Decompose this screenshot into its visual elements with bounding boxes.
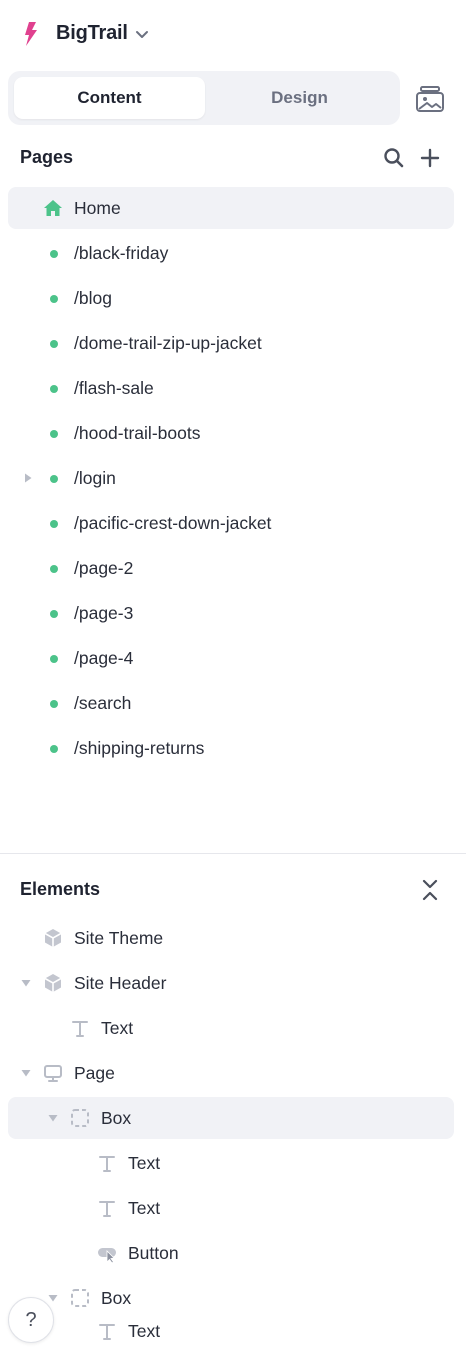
published-status-dot	[50, 430, 58, 438]
cube-icon	[44, 929, 62, 947]
page-label: /page-3	[74, 603, 134, 623]
element-label: Text	[128, 1153, 161, 1173]
page-label: /blog	[74, 288, 112, 308]
element-label: Button	[128, 1243, 179, 1263]
published-status-dot	[50, 475, 58, 483]
page-label: /login	[74, 468, 116, 488]
page-label: /shipping-returns	[74, 738, 205, 758]
element-row-box[interactable]: Box	[8, 1097, 454, 1139]
lightning-logo-icon	[25, 22, 37, 46]
chevron-down-icon[interactable]	[134, 28, 150, 42]
published-status-dot	[50, 520, 58, 528]
page-row[interactable]: /pacific-crest-down-jacket	[8, 502, 454, 544]
help-button[interactable]: ?	[8, 1297, 54, 1343]
page-row[interactable]: /search	[8, 682, 454, 724]
published-status-dot	[50, 385, 58, 393]
element-label: Text	[101, 1018, 134, 1038]
add-page-icon[interactable]	[418, 146, 442, 170]
home-icon	[44, 200, 62, 216]
page-row[interactable]: /shipping-returns	[8, 727, 454, 769]
elements-heading: Elements	[20, 879, 101, 899]
element-row-text[interactable]: Text	[8, 1187, 454, 1229]
page-row[interactable]: /page-3	[8, 592, 454, 634]
tab-design[interactable]: Design	[205, 77, 394, 119]
pages-heading: Pages	[20, 147, 74, 167]
panel-divider[interactable]	[0, 853, 466, 854]
published-status-dot	[50, 340, 58, 348]
element-label: Site Header	[74, 973, 167, 993]
page-row[interactable]: /hood-trail-boots	[8, 412, 454, 454]
box-icon	[71, 1289, 89, 1307]
tab-content[interactable]: Content	[14, 77, 205, 119]
media-library-icon[interactable]	[414, 84, 446, 114]
site-name[interactable]: BigTrail	[56, 22, 128, 45]
page-row[interactable]: /dome-trail-zip-up-jacket	[8, 322, 454, 364]
caret-down-icon[interactable]	[47, 1112, 59, 1124]
published-status-dot	[50, 745, 58, 753]
element-row-site-theme[interactable]: Site Theme	[8, 917, 454, 959]
element-row-text[interactable]: Text	[8, 1142, 454, 1184]
monitor-icon	[44, 1065, 62, 1082]
search-icon[interactable]	[382, 146, 406, 170]
element-row-button[interactable]: Button	[8, 1232, 454, 1274]
page-label: /flash-sale	[74, 378, 154, 398]
page-label: Home	[74, 198, 121, 218]
content-design-switch: Content Design	[8, 71, 400, 125]
page-row[interactable]: /page-2	[8, 547, 454, 589]
collapse-all-icon[interactable]	[418, 878, 442, 902]
text-icon	[99, 1156, 115, 1172]
element-row-text[interactable]: Text	[8, 1310, 454, 1352]
element-label: Page	[74, 1063, 115, 1083]
page-label: /dome-trail-zip-up-jacket	[74, 333, 262, 353]
button-icon	[98, 1248, 116, 1264]
page-row[interactable]: /page-4	[8, 637, 454, 679]
element-label: Site Theme	[74, 928, 164, 948]
published-status-dot	[50, 565, 58, 573]
element-label: Text	[128, 1321, 161, 1341]
text-icon	[99, 1324, 115, 1340]
caret-down-icon[interactable]	[20, 977, 32, 989]
element-row-text[interactable]: Text	[8, 1007, 454, 1049]
top-bar: BigTrail	[0, 0, 466, 70]
page-row[interactable]: /flash-sale	[8, 367, 454, 409]
element-row-page[interactable]: Page	[8, 1052, 454, 1094]
page-label: /black-friday	[74, 243, 169, 263]
published-status-dot	[50, 295, 58, 303]
text-icon	[99, 1201, 115, 1217]
caret-down-icon[interactable]	[20, 1067, 32, 1079]
page-label: /page-2	[74, 558, 134, 578]
element-label: Box	[101, 1288, 132, 1308]
element-label: Text	[128, 1198, 161, 1218]
page-row[interactable]: /blog	[8, 277, 454, 319]
page-row[interactable]: /login	[8, 457, 454, 499]
caret-right-icon[interactable]	[22, 472, 34, 484]
cube-icon	[44, 974, 62, 992]
page-label: /search	[74, 693, 132, 713]
element-label: Box	[101, 1108, 132, 1128]
published-status-dot	[50, 250, 58, 258]
caret-down-icon[interactable]	[47, 1292, 59, 1304]
page-row[interactable]: /black-friday	[8, 232, 454, 274]
page-label: /page-4	[74, 648, 134, 668]
published-status-dot	[50, 655, 58, 663]
text-icon	[72, 1021, 88, 1037]
page-label: /pacific-crest-down-jacket	[74, 513, 272, 533]
page-row-home[interactable]: Home	[8, 187, 454, 229]
page-label: /hood-trail-boots	[74, 423, 201, 443]
published-status-dot	[50, 700, 58, 708]
published-status-dot	[50, 610, 58, 618]
element-row-site-header[interactable]: Site Header	[8, 962, 454, 1004]
box-icon	[71, 1109, 89, 1127]
